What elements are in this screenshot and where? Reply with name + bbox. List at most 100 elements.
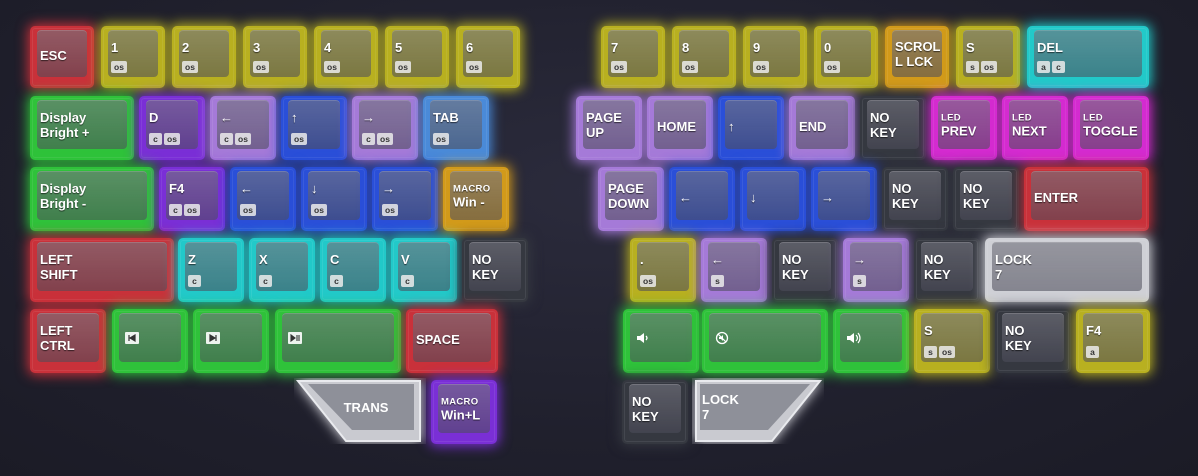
key-pgup[interactable]: PAGE UP	[576, 96, 642, 160]
key-tab[interactable]: TAB os	[423, 96, 489, 160]
key-z[interactable]: Zc	[178, 238, 244, 302]
lock7-thumb-key[interactable]: LOCK 7	[692, 378, 824, 444]
modifier-badges: c	[330, 275, 343, 287]
key-k3[interactable]: 3 os	[243, 26, 307, 88]
key-dbminus[interactable]: Display Bright -	[30, 167, 154, 231]
key-k4[interactable]: 4 os	[314, 26, 378, 88]
modifier-badges: os	[753, 61, 769, 73]
key-ledtog[interactable]: LED TOGGLE	[1073, 96, 1149, 160]
key-text: PAGE DOWN	[608, 181, 650, 211]
key-text: F4	[169, 181, 185, 196]
key-dbplus[interactable]: Display Bright +	[30, 96, 134, 160]
modifier-badge: c	[188, 275, 201, 287]
modifier-badge: os	[291, 133, 307, 145]
modifier-badges: os	[111, 61, 127, 73]
key-end[interactable]: END	[789, 96, 855, 160]
key-text: 5	[395, 40, 403, 55]
key-label: LEFT SHIFT	[40, 252, 168, 282]
key-nokey5[interactable]: NO KEY	[772, 238, 838, 302]
key-label: Display Bright +	[40, 110, 128, 140]
key-larrow4[interactable]: ← s	[701, 238, 767, 302]
modifier-badge: os	[324, 61, 340, 73]
key-k8[interactable]: 8 os	[672, 26, 736, 88]
key-space[interactable]: SPACE	[406, 309, 498, 373]
key-k7[interactable]: 7 os	[601, 26, 665, 88]
key-label: ↑	[728, 119, 778, 134]
key-text: →	[362, 110, 375, 125]
key-nokey6[interactable]: NO KEY	[914, 238, 980, 302]
key-label: 0	[824, 40, 872, 55]
key-rarrow4[interactable]: → s	[843, 238, 909, 302]
key-uarrow1[interactable]: ↑ os	[281, 96, 347, 160]
modifier-badges: os	[824, 61, 840, 73]
modifier-badges: os	[466, 61, 482, 73]
key-rarrow1[interactable]: → c os	[352, 96, 418, 160]
key-s2[interactable]: Ss os	[914, 309, 990, 373]
modifier-badges: os	[311, 204, 327, 216]
key-dot[interactable]: . os	[630, 238, 696, 302]
key-larrow1[interactable]: ← c os	[210, 96, 276, 160]
key-nokey8[interactable]: NO KEY	[622, 380, 688, 444]
key-uarrow2[interactable]: ↑	[718, 96, 784, 160]
key-nokey3[interactable]: NO KEY	[953, 167, 1019, 231]
key-prev[interactable]	[112, 309, 188, 373]
key-scroll[interactable]: SCROL L LCK	[885, 26, 949, 88]
key-v[interactable]: Vc	[391, 238, 457, 302]
key-voldn[interactable]	[623, 309, 699, 373]
key-lock7a[interactable]: LOCK 7	[985, 238, 1149, 302]
next-track-icon	[205, 331, 221, 345]
key-label: S	[924, 323, 984, 338]
key-c[interactable]: Cc	[320, 238, 386, 302]
key-s1[interactable]: Ss os	[956, 26, 1020, 88]
key-k2[interactable]: 2 os	[172, 26, 236, 88]
key-k0[interactable]: 0 os	[814, 26, 878, 88]
key-darrow1[interactable]: ↓ os	[301, 167, 367, 231]
key-darrow2[interactable]: ↓	[740, 167, 806, 231]
key-nokey4[interactable]: NO KEY	[462, 238, 528, 302]
key-text: NEXT	[1012, 123, 1047, 139]
key-label: MACRO Win -	[453, 183, 503, 209]
key-rarrow2[interactable]: → os	[372, 167, 438, 231]
key-f4a[interactable]: F4 c os	[159, 167, 225, 231]
key-k5[interactable]: 5 os	[385, 26, 449, 88]
key-pgdn[interactable]: PAGE DOWN	[598, 167, 664, 231]
key-mute[interactable]	[702, 309, 828, 373]
key-k1[interactable]: 1 os	[101, 26, 165, 88]
key-label: D	[149, 110, 199, 125]
key-lctrl[interactable]: LEFT CTRL	[30, 309, 106, 373]
modifier-badges: os	[682, 61, 698, 73]
key-volup[interactable]	[833, 309, 909, 373]
key-enter[interactable]: ENTER	[1024, 167, 1149, 231]
key-nokey2[interactable]: NO KEY	[882, 167, 948, 231]
trans-key[interactable]: TRANS	[294, 378, 426, 444]
key-ledprev[interactable]: LED PREV	[931, 96, 997, 160]
key-macrowinl[interactable]: MACRO Win+L	[431, 380, 497, 444]
key-x[interactable]: Xc	[249, 238, 315, 302]
key-larrow3[interactable]: ←	[669, 167, 735, 231]
key-nokey7[interactable]: NO KEY	[995, 309, 1071, 373]
key-label: V	[401, 252, 451, 267]
key-esc[interactable]: ESC	[30, 26, 94, 88]
modifier-badge: os	[640, 275, 656, 287]
key-d[interactable]: Dc os	[139, 96, 205, 160]
key-text: ↑	[291, 110, 298, 125]
key-macrowin[interactable]: MACRO Win -	[443, 167, 509, 231]
key-lshift[interactable]: LEFT SHIFT	[30, 238, 174, 302]
key-k6[interactable]: 6 os	[456, 26, 520, 88]
key-label: ESC	[40, 48, 88, 63]
key-play[interactable]	[275, 309, 401, 373]
key-text: LEFT CTRL	[40, 323, 75, 353]
key-f4b[interactable]: F4 a	[1076, 309, 1150, 373]
key-text: LEFT SHIFT	[40, 252, 78, 282]
key-next[interactable]	[193, 309, 269, 373]
key-larrow2[interactable]: ← os	[230, 167, 296, 231]
key-text: .	[640, 252, 644, 267]
key-label: NO KEY	[1005, 323, 1065, 353]
key-rarrow3[interactable]: →	[811, 167, 877, 231]
key-k9[interactable]: 9 os	[743, 26, 807, 88]
key-text: →	[382, 181, 395, 196]
key-del[interactable]: DEL a c	[1027, 26, 1149, 88]
key-lednext[interactable]: LED NEXT	[1002, 96, 1068, 160]
key-nokey1[interactable]: NO KEY	[860, 96, 926, 160]
key-home[interactable]: HOME	[647, 96, 713, 160]
